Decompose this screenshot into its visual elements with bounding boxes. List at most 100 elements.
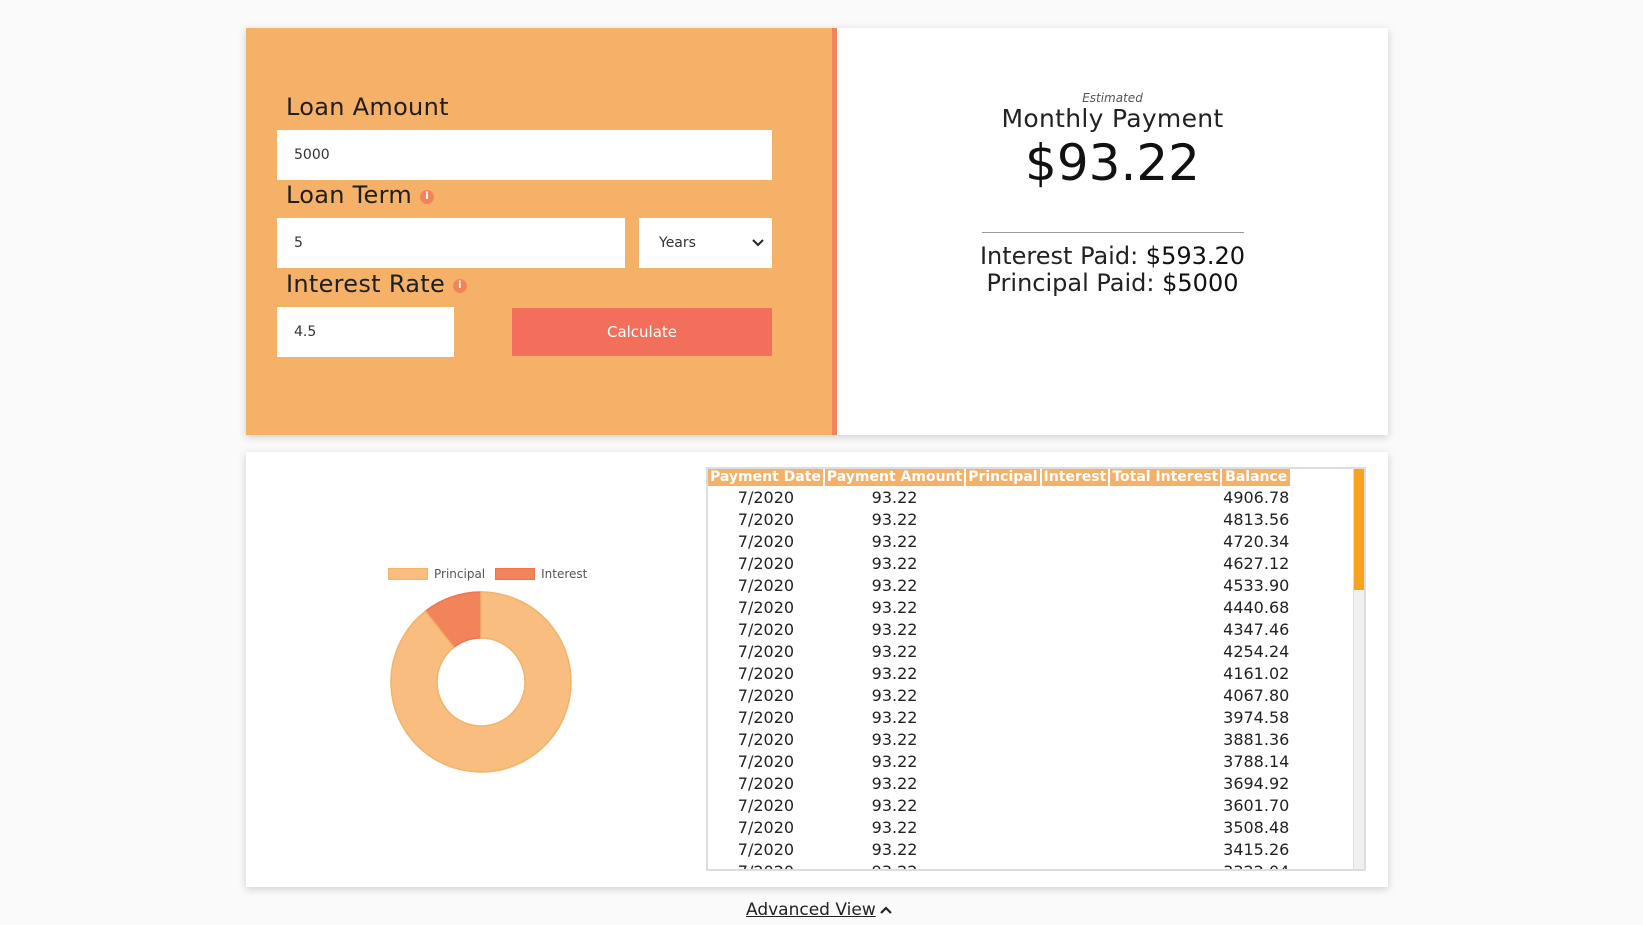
cell-payment-amount: 93.22: [871, 817, 918, 837]
column-header-interest: Interest: [1040, 469, 1111, 486]
cell-principal: [965, 574, 1040, 596]
cell-balance: 4067.80: [1223, 685, 1290, 705]
cell-payment-date: 7/2020: [737, 663, 795, 683]
cell-balance: 4161.02: [1223, 663, 1290, 683]
cell-balance: 4906.78: [1223, 487, 1290, 507]
cell-payment-date: 7/2020: [737, 575, 795, 595]
cell-payment-date: 7/2020: [737, 531, 795, 551]
advanced-view-link[interactable]: Advanced View: [746, 900, 892, 920]
cell-balance: 4440.68: [1223, 597, 1290, 617]
loan-term-info-icon[interactable]: i: [420, 190, 435, 204]
cell-principal: [965, 728, 1040, 750]
cell-payment-amount: 93.22: [871, 531, 918, 551]
table-row: 7/2020 93.22 4254.24: [708, 640, 1291, 662]
interest-rate-label: Interest Rate i: [286, 270, 468, 298]
cell-total-interest: [1109, 574, 1221, 596]
cell-total-interest: [1109, 860, 1221, 869]
cell-interest: [1041, 860, 1110, 869]
cell-payment-date: 7/2020: [737, 707, 795, 727]
loan-term-unit-value: Years: [659, 235, 696, 251]
table-row: 7/2020 93.22 4161.02: [708, 662, 1291, 684]
cell-payment-amount: 93.22: [871, 575, 918, 595]
cell-total-interest: [1109, 750, 1221, 772]
column-header-balance: Balance: [1221, 469, 1293, 486]
amortization-table[interactable]: Payment Date Payment Amount Principal Inter…: [706, 467, 1366, 871]
cell-payment-date: 7/2020: [737, 817, 795, 837]
cell-balance: 3415.26: [1223, 839, 1290, 859]
cell-total-interest: [1109, 772, 1221, 794]
column-header-payment-date: Payment Date: [708, 469, 825, 486]
cell-principal: [965, 684, 1040, 706]
table-row: 7/2020 93.22 3322.04: [708, 860, 1291, 871]
cell-payment-date: 7/2020: [737, 795, 795, 815]
cell-payment-amount: 93.22: [871, 729, 918, 749]
cell-principal: [965, 486, 1040, 508]
cell-payment-amount: 93.22: [871, 685, 918, 705]
interest-rate-info-icon[interactable]: i: [453, 279, 468, 293]
cell-payment-amount: 93.22: [871, 751, 918, 771]
loan-donut-chart: [390, 591, 572, 773]
cell-principal: [965, 838, 1040, 860]
cell-total-interest: [1109, 816, 1221, 838]
cell-payment-date: 7/2020: [737, 487, 795, 507]
interest-rate-input[interactable]: [277, 307, 454, 357]
table-row: 7/2020 93.22 4906.78: [708, 486, 1291, 508]
loan-form-panel: Loan Amount Loan Term i Years Interest R…: [246, 28, 837, 435]
cell-interest: [1041, 706, 1110, 728]
cell-balance: 3322.04: [1223, 861, 1290, 871]
cell-principal: [965, 596, 1040, 618]
cell-interest: [1041, 486, 1110, 508]
cell-interest: [1041, 684, 1110, 706]
result-divider: [982, 232, 1244, 233]
interest-paid-value: $593.20: [1145, 242, 1246, 270]
cell-principal: [965, 662, 1040, 684]
cell-payment-amount: 93.22: [871, 861, 918, 871]
loan-amount-input[interactable]: [277, 130, 772, 180]
cell-interest: [1041, 640, 1110, 662]
cell-balance: 3788.14: [1223, 751, 1290, 771]
table-row: 7/2020 93.22 4347.46: [708, 618, 1291, 640]
cell-interest: [1041, 728, 1110, 750]
loan-amount-label: Loan Amount: [286, 93, 449, 121]
table-row: 7/2020 93.22 4720.34: [708, 530, 1291, 552]
cell-principal: [965, 750, 1040, 772]
cell-balance: 3601.70: [1223, 795, 1290, 815]
cell-balance: 4813.56: [1223, 509, 1290, 529]
loan-term-input[interactable]: [277, 218, 625, 268]
cell-payment-date: 7/2020: [737, 619, 795, 639]
cell-payment-date: 7/2020: [737, 839, 795, 859]
principal-paid-value: $5000: [1162, 269, 1239, 297]
cell-interest: [1041, 772, 1110, 794]
column-header-principal: Principal: [965, 469, 1042, 486]
cell-total-interest: [1109, 728, 1221, 750]
donut-slice-principal[interactable]: [390, 591, 572, 773]
cell-payment-date: 7/2020: [737, 729, 795, 749]
table-row: 7/2020 93.22 4813.56: [708, 508, 1291, 530]
legend-item-principal[interactable]: Principal: [388, 567, 485, 581]
cell-payment-amount: 93.22: [871, 839, 918, 859]
loan-calculator-card: Loan Amount Loan Term i Years Interest R…: [246, 28, 1388, 435]
cell-payment-amount: 93.22: [871, 641, 918, 661]
legend-item-interest[interactable]: Interest: [495, 567, 587, 581]
cell-payment-date: 7/2020: [737, 751, 795, 771]
cell-principal: [965, 552, 1040, 574]
cell-total-interest: [1109, 530, 1221, 552]
loan-term-unit-select[interactable]: Years: [639, 218, 772, 268]
cell-total-interest: [1109, 662, 1221, 684]
cell-balance: 4347.46: [1223, 619, 1290, 639]
cell-payment-date: 7/2020: [737, 597, 795, 617]
calculate-button[interactable]: Calculate: [512, 308, 772, 356]
cell-principal: [965, 706, 1040, 728]
cell-interest: [1041, 838, 1110, 860]
table-scrollbar-thumb[interactable]: [1354, 469, 1364, 590]
cell-interest: [1041, 552, 1110, 574]
table-row: 7/2020 93.22 4067.80: [708, 684, 1291, 706]
legend-swatch-principal: [388, 568, 428, 580]
cell-principal: [965, 794, 1040, 816]
table-row: 7/2020 93.22 4627.12: [708, 552, 1291, 574]
cell-balance: 3881.36: [1223, 729, 1290, 749]
table-row: 7/2020 93.22 4533.90: [708, 574, 1291, 596]
loan-term-label: Loan Term i: [286, 181, 435, 209]
table-row: 7/2020 93.22 3881.36: [708, 728, 1291, 750]
cell-payment-amount: 93.22: [871, 553, 918, 573]
